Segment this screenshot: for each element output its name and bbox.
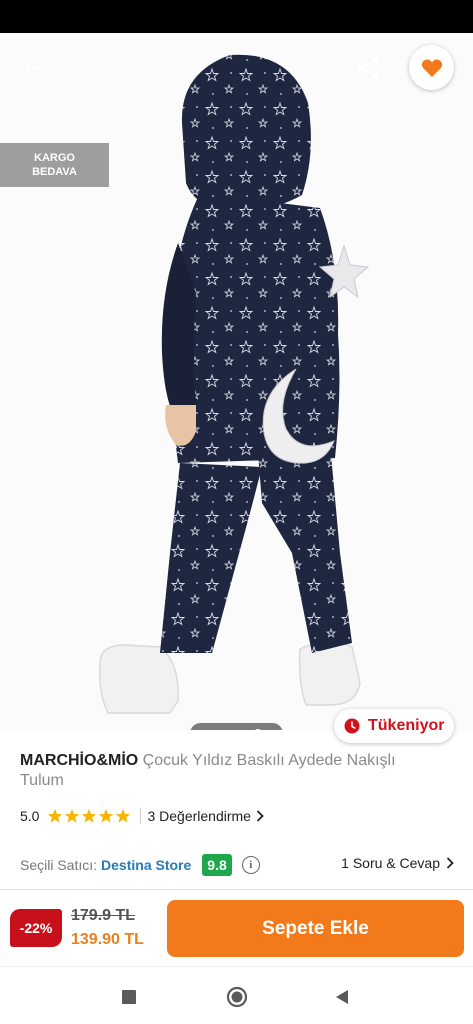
seller-row: Seçili Satıcı: Destina Store 9.8 i 1 Sor…: [20, 852, 460, 878]
nav-home-button[interactable]: [224, 984, 250, 1010]
stock-status-label: Tükeniyor: [368, 717, 445, 734]
cargo-badge-line1: KARGO: [34, 152, 75, 164]
triangle-back-icon: [336, 990, 348, 1004]
product-photo: [0, 33, 473, 730]
rating-stars: [47, 808, 131, 824]
back-button[interactable]: [14, 50, 54, 86]
seller-label: Seçili Satıcı:: [20, 857, 98, 873]
clock-icon: [344, 718, 360, 734]
current-price: 139.90 TL: [71, 931, 144, 948]
reviews-label: 3 Değerlendirme: [147, 808, 251, 824]
free-shipping-badge: KARGO BEDAVA: [0, 143, 109, 187]
cargo-badge-line2: BEDAVA: [32, 166, 77, 178]
star-icon: [99, 809, 114, 823]
star-icon: [82, 809, 97, 823]
info-icon[interactable]: i: [241, 856, 260, 874]
old-price: 179.9 TL: [71, 907, 136, 924]
discount-badge: -22%: [10, 909, 62, 947]
qa-link[interactable]: 1 Soru & Cevap: [341, 855, 454, 871]
product-title: MARCHİO&MİO Çocuk Yıldız Baskılı Aydede …: [20, 751, 440, 791]
square-icon: [122, 990, 136, 1004]
rating-row: 5.0 3 Değerlendirme: [20, 806, 264, 826]
nav-recent-button[interactable]: [116, 984, 142, 1010]
heart-icon: [421, 59, 442, 77]
chevron-right-icon: [256, 810, 264, 822]
rating-divider: [140, 808, 142, 824]
circle-icon: [226, 986, 248, 1008]
qa-label: 1 Soru & Cevap: [341, 855, 440, 871]
favorite-button[interactable]: [409, 45, 454, 90]
star-icon: [65, 809, 80, 823]
arrow-left-icon: [24, 59, 44, 77]
rating-score: 5.0: [20, 808, 40, 824]
share-button[interactable]: [350, 50, 386, 86]
seller-score-badge: 9.8: [202, 854, 232, 876]
gallery-dot-active[interactable]: [252, 728, 263, 730]
nav-back-button[interactable]: [329, 984, 355, 1010]
product-brand[interactable]: MARCHİO&MİO: [20, 752, 138, 769]
seller-name-link[interactable]: Destina Store: [101, 857, 191, 873]
star-icon: [48, 809, 63, 823]
product-image-gallery[interactable]: KARGO BEDAVA: [0, 33, 473, 730]
stock-status-badge: Tükeniyor: [334, 709, 454, 743]
chevron-right-icon: [446, 857, 454, 869]
add-to-cart-button[interactable]: Sepete Ekle: [167, 900, 464, 957]
reviews-link[interactable]: 3 Değerlendirme: [147, 808, 264, 824]
share-icon: [357, 56, 379, 80]
system-navigation-bar: [0, 966, 473, 1024]
star-icon: [116, 809, 131, 823]
gallery-pager[interactable]: [190, 723, 283, 730]
section-divider: [0, 889, 473, 890]
status-bar: [0, 0, 473, 33]
